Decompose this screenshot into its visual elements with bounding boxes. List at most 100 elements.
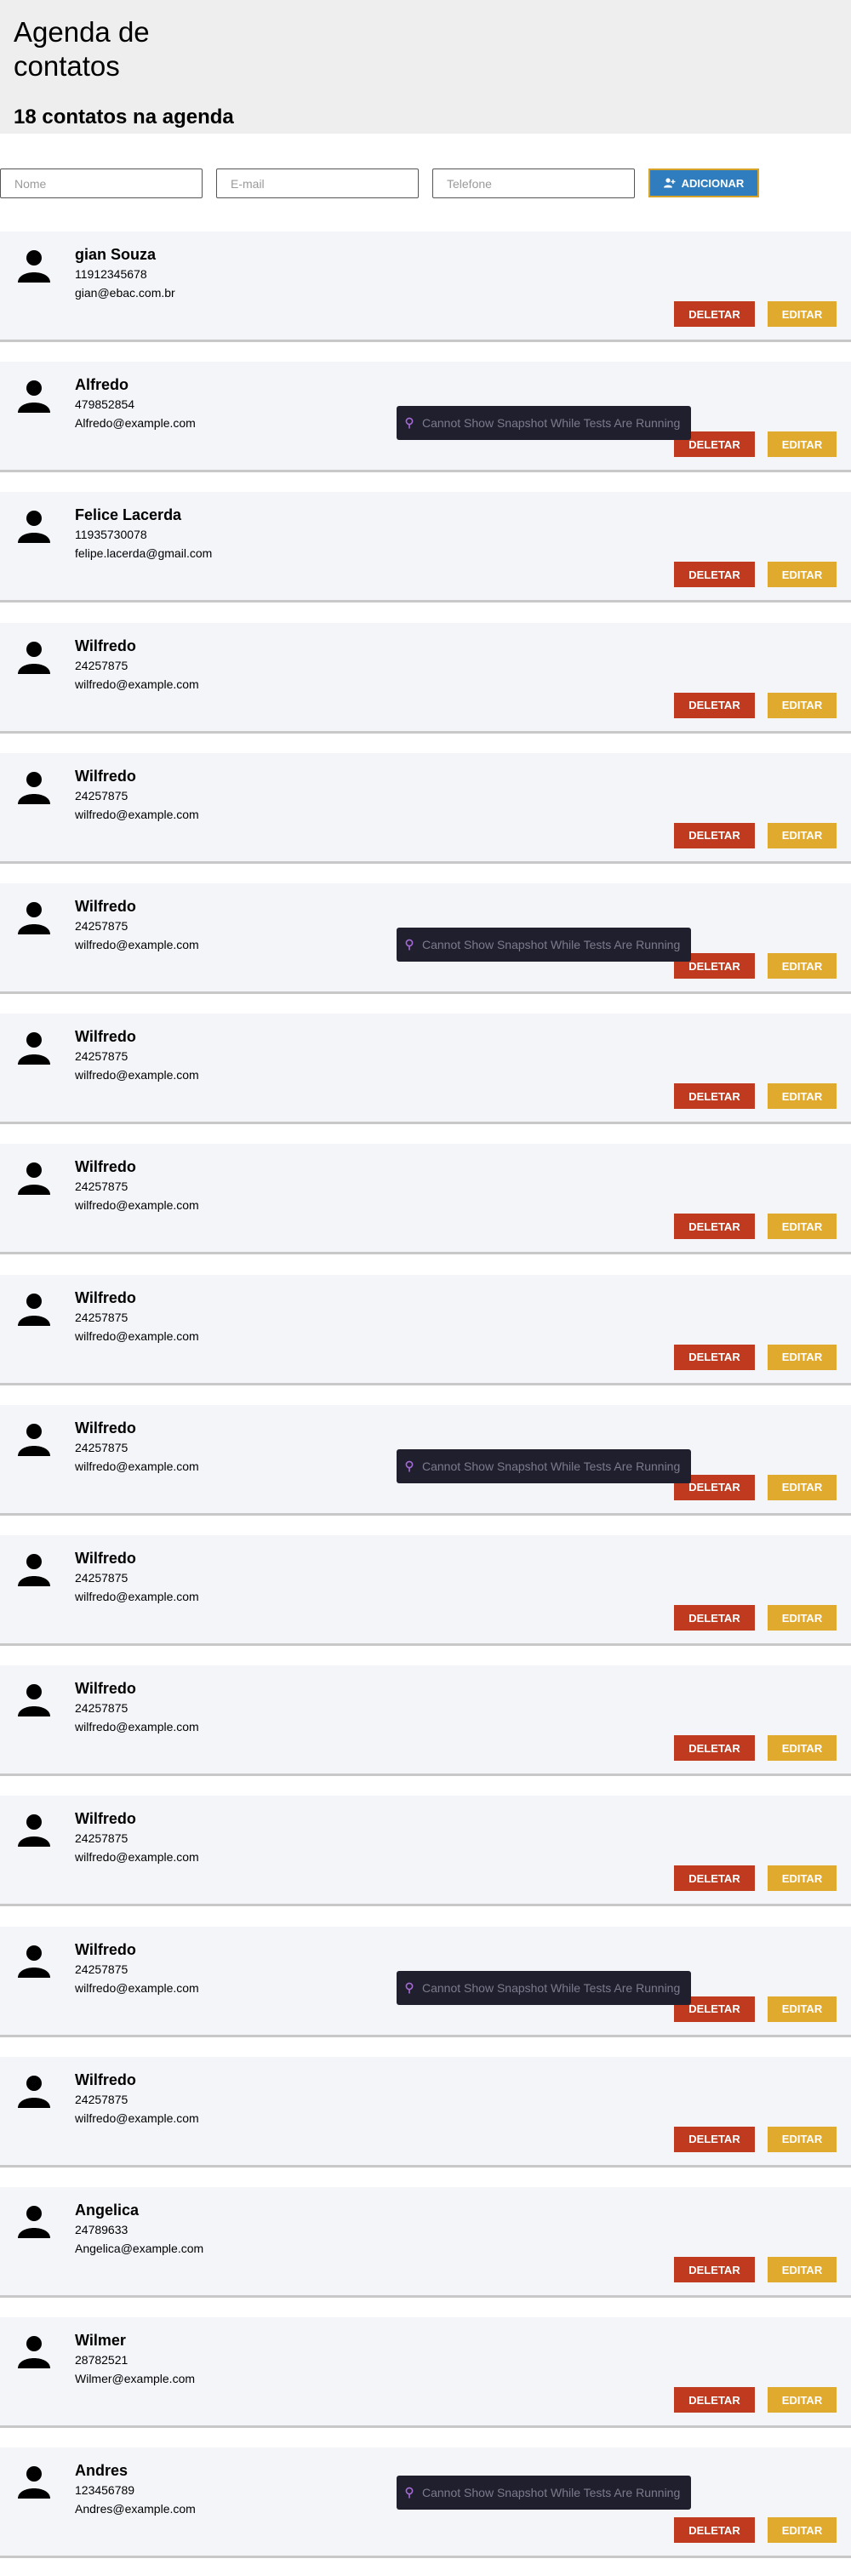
contact-name: Wilfredo — [75, 637, 136, 654]
snapshot-notice-text: Cannot Show Snapshot While Tests Are Run… — [422, 416, 681, 430]
contact-phone: 24257875 — [75, 1440, 129, 1454]
phone-input[interactable] — [432, 168, 635, 198]
contact-card: Wilfredo 24257875 wilfredo@example.com DELE… — [0, 1535, 851, 1646]
edit-button[interactable]: EDITAR — [768, 562, 837, 588]
snapshot-notice: Cannot Show Snapshot While Tests Are Run… — [397, 406, 691, 440]
contact-name: Wilfredo — [75, 1288, 136, 1306]
snapshot-notice: Cannot Show Snapshot While Tests Are Run… — [397, 2476, 691, 2510]
contact-email: wilfredo@example.com — [75, 1198, 199, 1213]
add-button[interactable]: ADICIONAR — [648, 168, 759, 197]
delete-button[interactable]: DELETAR — [674, 1735, 755, 1762]
user-icon — [17, 2074, 51, 2108]
contact-count: 18 contatos na agenda — [14, 106, 234, 129]
delete-button[interactable]: DELETAR — [674, 2517, 755, 2544]
contact-card: Wilfredo 24257875 wilfredo@example.com DELE… — [0, 1665, 851, 1777]
pin-icon — [405, 417, 414, 429]
delete-button[interactable]: DELETAR — [674, 562, 755, 588]
edit-button[interactable]: EDITAR — [768, 431, 837, 458]
delete-button[interactable]: DELETAR — [674, 1344, 755, 1370]
user-icon — [17, 2204, 51, 2238]
delete-button[interactable]: DELETAR — [674, 2126, 755, 2152]
user-icon — [17, 379, 51, 414]
user-icon — [17, 1292, 51, 1326]
contact-name: Wilfredo — [75, 1940, 136, 1958]
contact-name: Wilfredo — [75, 1419, 136, 1437]
delete-button[interactable]: DELETAR — [674, 692, 755, 718]
contact-card: Angelica 24789633 Angelica@example.com DELE… — [0, 2187, 851, 2298]
delete-button[interactable]: DELETAR — [674, 1865, 755, 1892]
delete-button[interactable]: DELETAR — [674, 2387, 755, 2413]
edit-button[interactable]: EDITAR — [768, 1344, 837, 1370]
page-title: Agenda de contatos — [14, 16, 150, 82]
user-icon — [17, 1944, 51, 1978]
contact-email: wilfredo@example.com — [75, 1720, 199, 1734]
contact-phone: 24257875 — [75, 919, 129, 933]
contact-email: gian@ebac.com.br — [75, 286, 175, 300]
contact-email: wilfredo@example.com — [75, 807, 199, 821]
page-header: Agenda de contatos 18 contatos na agenda — [0, 0, 851, 134]
contact-phone: 24257875 — [75, 1049, 129, 1064]
edit-button[interactable]: EDITAR — [768, 953, 837, 979]
delete-button[interactable]: DELETAR — [674, 301, 755, 327]
edit-button[interactable]: EDITAR — [768, 1735, 837, 1762]
contact-phone: 24257875 — [75, 1831, 129, 1846]
edit-button[interactable]: EDITAR — [768, 692, 837, 718]
edit-button[interactable]: EDITAR — [768, 822, 837, 848]
snapshot-notice: Cannot Show Snapshot While Tests Are Run… — [397, 928, 691, 962]
edit-button[interactable]: EDITAR — [768, 2517, 837, 2544]
contact-name: Andres — [75, 2462, 129, 2480]
snapshot-notice: Cannot Show Snapshot While Tests Are Run… — [397, 1971, 691, 2005]
contact-phone: 24257875 — [75, 2092, 129, 2106]
contact-card: Wilfredo 24257875 wilfredo@example.com DELE… — [0, 1796, 851, 1907]
snapshot-notice-text: Cannot Show Snapshot While Tests Are Run… — [422, 1459, 681, 1473]
edit-button[interactable]: EDITAR — [768, 2126, 837, 2152]
contact-name: Angelica — [75, 2202, 140, 2219]
contact-phone: 24257875 — [75, 788, 129, 803]
delete-button[interactable]: DELETAR — [674, 2257, 755, 2282]
contact-phone: 24789633 — [75, 2223, 129, 2236]
contact-name: Alfredo — [75, 376, 129, 394]
contact-card: Wilfredo 24257875 wilfredo@example.com DELE… — [0, 622, 851, 734]
edit-button[interactable]: EDITAR — [768, 2257, 837, 2282]
edit-button[interactable]: EDITAR — [768, 1474, 837, 1500]
user-icon — [17, 509, 51, 544]
delete-button[interactable]: DELETAR — [674, 822, 755, 848]
add-button-label: ADICIONAR — [681, 176, 745, 190]
edit-button[interactable]: EDITAR — [768, 1865, 837, 1892]
contact-card: Wilfredo 24257875 wilfredo@example.com DELE… — [0, 1274, 851, 1385]
contact-email: wilfredo@example.com — [75, 938, 199, 951]
edit-button[interactable]: EDITAR — [768, 1605, 837, 1631]
delete-button[interactable]: DELETAR — [674, 1214, 755, 1240]
pin-icon — [405, 2487, 414, 2499]
contact-name: Felice Lacerda — [75, 506, 182, 524]
contact-phone: 28782521 — [75, 2353, 129, 2368]
contact-email: wilfredo@example.com — [75, 1068, 199, 1082]
delete-button[interactable]: DELETAR — [674, 1605, 755, 1631]
name-input[interactable] — [0, 168, 203, 198]
contact-email: felipe.lacerda@gmail.com — [75, 546, 213, 561]
edit-button[interactable]: EDITAR — [768, 301, 837, 327]
user-icon — [17, 1813, 51, 1848]
contact-card: Wilfredo 24257875 wilfredo@example.com DELE… — [0, 1144, 851, 1255]
user-icon — [17, 1422, 51, 1456]
contact-name: Wilfredo — [75, 1810, 136, 1828]
contact-phone: 24257875 — [75, 1571, 129, 1585]
edit-button[interactable]: EDITAR — [768, 1996, 837, 2022]
delete-button[interactable]: DELETAR — [674, 1083, 755, 1110]
snapshot-notice-text: Cannot Show Snapshot While Tests Are Run… — [422, 2486, 681, 2499]
contact-email: wilfredo@example.com — [75, 1459, 199, 1473]
contact-card: Felice Lacerda 11935730078 felipe.lacerda@… — [0, 492, 851, 603]
email-input[interactable] — [216, 168, 419, 198]
contact-card: Wilfredo 24257875 wilfredo@example.com DELE… — [0, 1014, 851, 1125]
contact-email: wilfredo@example.com — [75, 1328, 199, 1343]
edit-button[interactable]: EDITAR — [768, 2387, 837, 2413]
contact-email: wilfredo@example.com — [75, 677, 199, 691]
add-user-icon — [663, 178, 676, 188]
edit-button[interactable]: EDITAR — [768, 1083, 837, 1110]
user-icon — [17, 1682, 51, 1717]
contact-email: wilfredo@example.com — [75, 1850, 199, 1865]
edit-button[interactable]: EDITAR — [768, 1214, 837, 1240]
contact-name: Wilfredo — [75, 1028, 136, 1046]
contact-name: gian Souza — [75, 246, 157, 263]
contact-email: Andres@example.com — [75, 2502, 196, 2516]
